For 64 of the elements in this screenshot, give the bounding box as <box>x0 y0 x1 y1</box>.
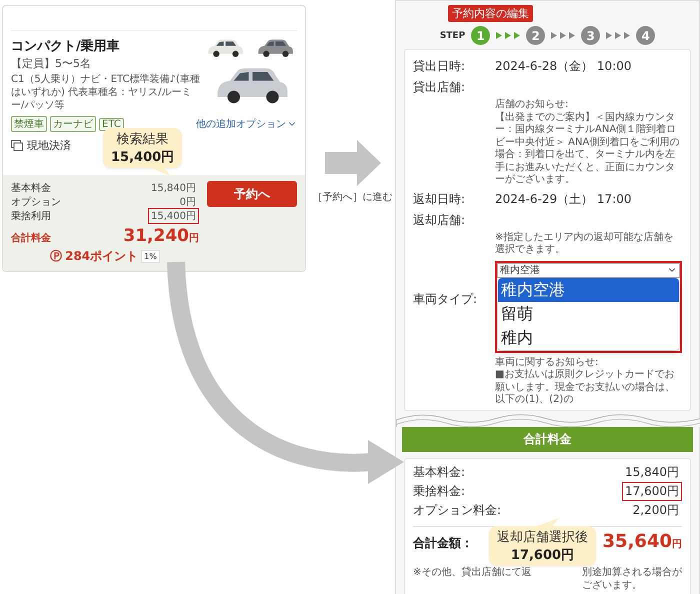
price-label: 乗捨利用 <box>11 210 51 223</box>
fee-value: 2,200円 <box>632 502 680 519</box>
total-price: 31,240 <box>123 226 189 246</box>
step-arrows-icon <box>551 32 576 39</box>
dropdown-option[interactable]: 稚内 <box>498 326 679 350</box>
currency-unit: 円 <box>672 539 682 550</box>
callout-amount: 17,600円 <box>510 547 574 564</box>
capacity-text: 【定員】5〜5名 <box>11 56 92 71</box>
field-value: 2024-6-29（土） 17:00 <box>495 190 632 208</box>
step-indicator: 1 <box>471 26 490 45</box>
right-arrow <box>324 140 380 186</box>
notice-title: 店舗のお知らせ: <box>495 99 570 112</box>
fee-label: オプション料金: <box>413 502 502 519</box>
step-indicator: 3 <box>581 26 600 45</box>
fee-value: 17,600円 <box>622 482 682 501</box>
dropdown-option[interactable]: 稚内空港 <box>498 278 679 302</box>
callout-title: 返却店舗選択後 <box>497 529 588 546</box>
total-price: 35,640 <box>602 531 672 552</box>
notice-title: 車両に関するお知らせ: <box>495 356 600 368</box>
total-label: 合計料金 <box>11 232 51 245</box>
dropdown-option[interactable]: 留萌 <box>498 302 679 326</box>
payment-method: 現地決済 <box>27 138 71 153</box>
notice-text: 【出発までのご案内】＜国内線カウンター：国内線ターミナルANA側１階到着ロビー中央付近＞ ANA側到着口をご利用の場合：到着口を出て、ターミナル内を左手にお進みいただくと、正面にカウンターがございます。 <box>495 112 680 186</box>
callout-title: 検索結果 <box>116 131 169 148</box>
field-label: 返却日時: <box>413 190 466 208</box>
field-label: 返却店舗: <box>413 212 466 228</box>
points-mark: Ⓟ <box>50 248 62 265</box>
fee-label: 乗捨料金: <box>413 483 466 500</box>
step-arrows-icon <box>606 32 630 39</box>
receipt-icon <box>11 140 23 151</box>
fee-label: 基本料金: <box>413 464 466 481</box>
step-indicator: 4 <box>636 26 656 45</box>
step-arrows-icon <box>496 32 520 39</box>
hint-text: ※指定したエリア内の返却可能な店舗を選択できます。 <box>495 232 674 256</box>
notice-text: ■お支払いは原則クレジットカードでお願いします。現金でお支払いの場合は、以下の(1)、(2)の <box>495 369 676 406</box>
point-rate-badge: 1% <box>141 250 160 263</box>
feature-tag: 禁煙車 <box>11 116 47 132</box>
notice-text: ※その他、貸出店舗にて返 <box>413 567 532 580</box>
store-select[interactable]: 稚内空港 <box>497 262 680 278</box>
field-label: 車両タイプ: <box>413 290 478 308</box>
price-label: オプション <box>11 196 61 209</box>
fee-value: 15,840円 <box>624 464 680 481</box>
field-label: 貸出店舗: <box>413 79 466 96</box>
panel-badge: 予約内容の編集 <box>448 5 533 22</box>
step-indicator: 2 <box>526 26 546 45</box>
price-value: 0円 <box>178 196 197 210</box>
field-label: 貸出日時: <box>413 58 466 75</box>
transition-caption: ［予約へ］に進む <box>312 191 392 204</box>
price-value: 15,840円 <box>150 182 197 196</box>
callout-amount: 15,400円 <box>111 149 174 166</box>
total-label: 合計金額： <box>413 535 473 552</box>
car-class-title: コンパクト/乗用車 <box>11 38 121 55</box>
step-label: STEP <box>440 30 466 40</box>
price-value: 15,400円 <box>148 208 199 224</box>
feature-tag: カーナビ <box>50 116 96 132</box>
car-description: C1（5人乗り）ナビ・ETC標準装備♪(車種はいずれか) 代表車種名：ヤリス/ルーミー/パッソ等 <box>11 73 201 112</box>
price-label: 基本料金 <box>11 182 51 195</box>
reserve-button[interactable]: 予約へ <box>207 181 297 207</box>
options-link[interactable]: 他の追加オプション <box>196 117 297 131</box>
currency-unit: 円 <box>189 233 199 244</box>
summary-header: 合計料金 <box>402 427 693 452</box>
field-value: 2024-6-28（金） 10:00 <box>495 58 632 75</box>
notice-text: 別途加算される場合がございます。 <box>582 567 682 592</box>
points-text: 284ポイント <box>65 248 138 265</box>
